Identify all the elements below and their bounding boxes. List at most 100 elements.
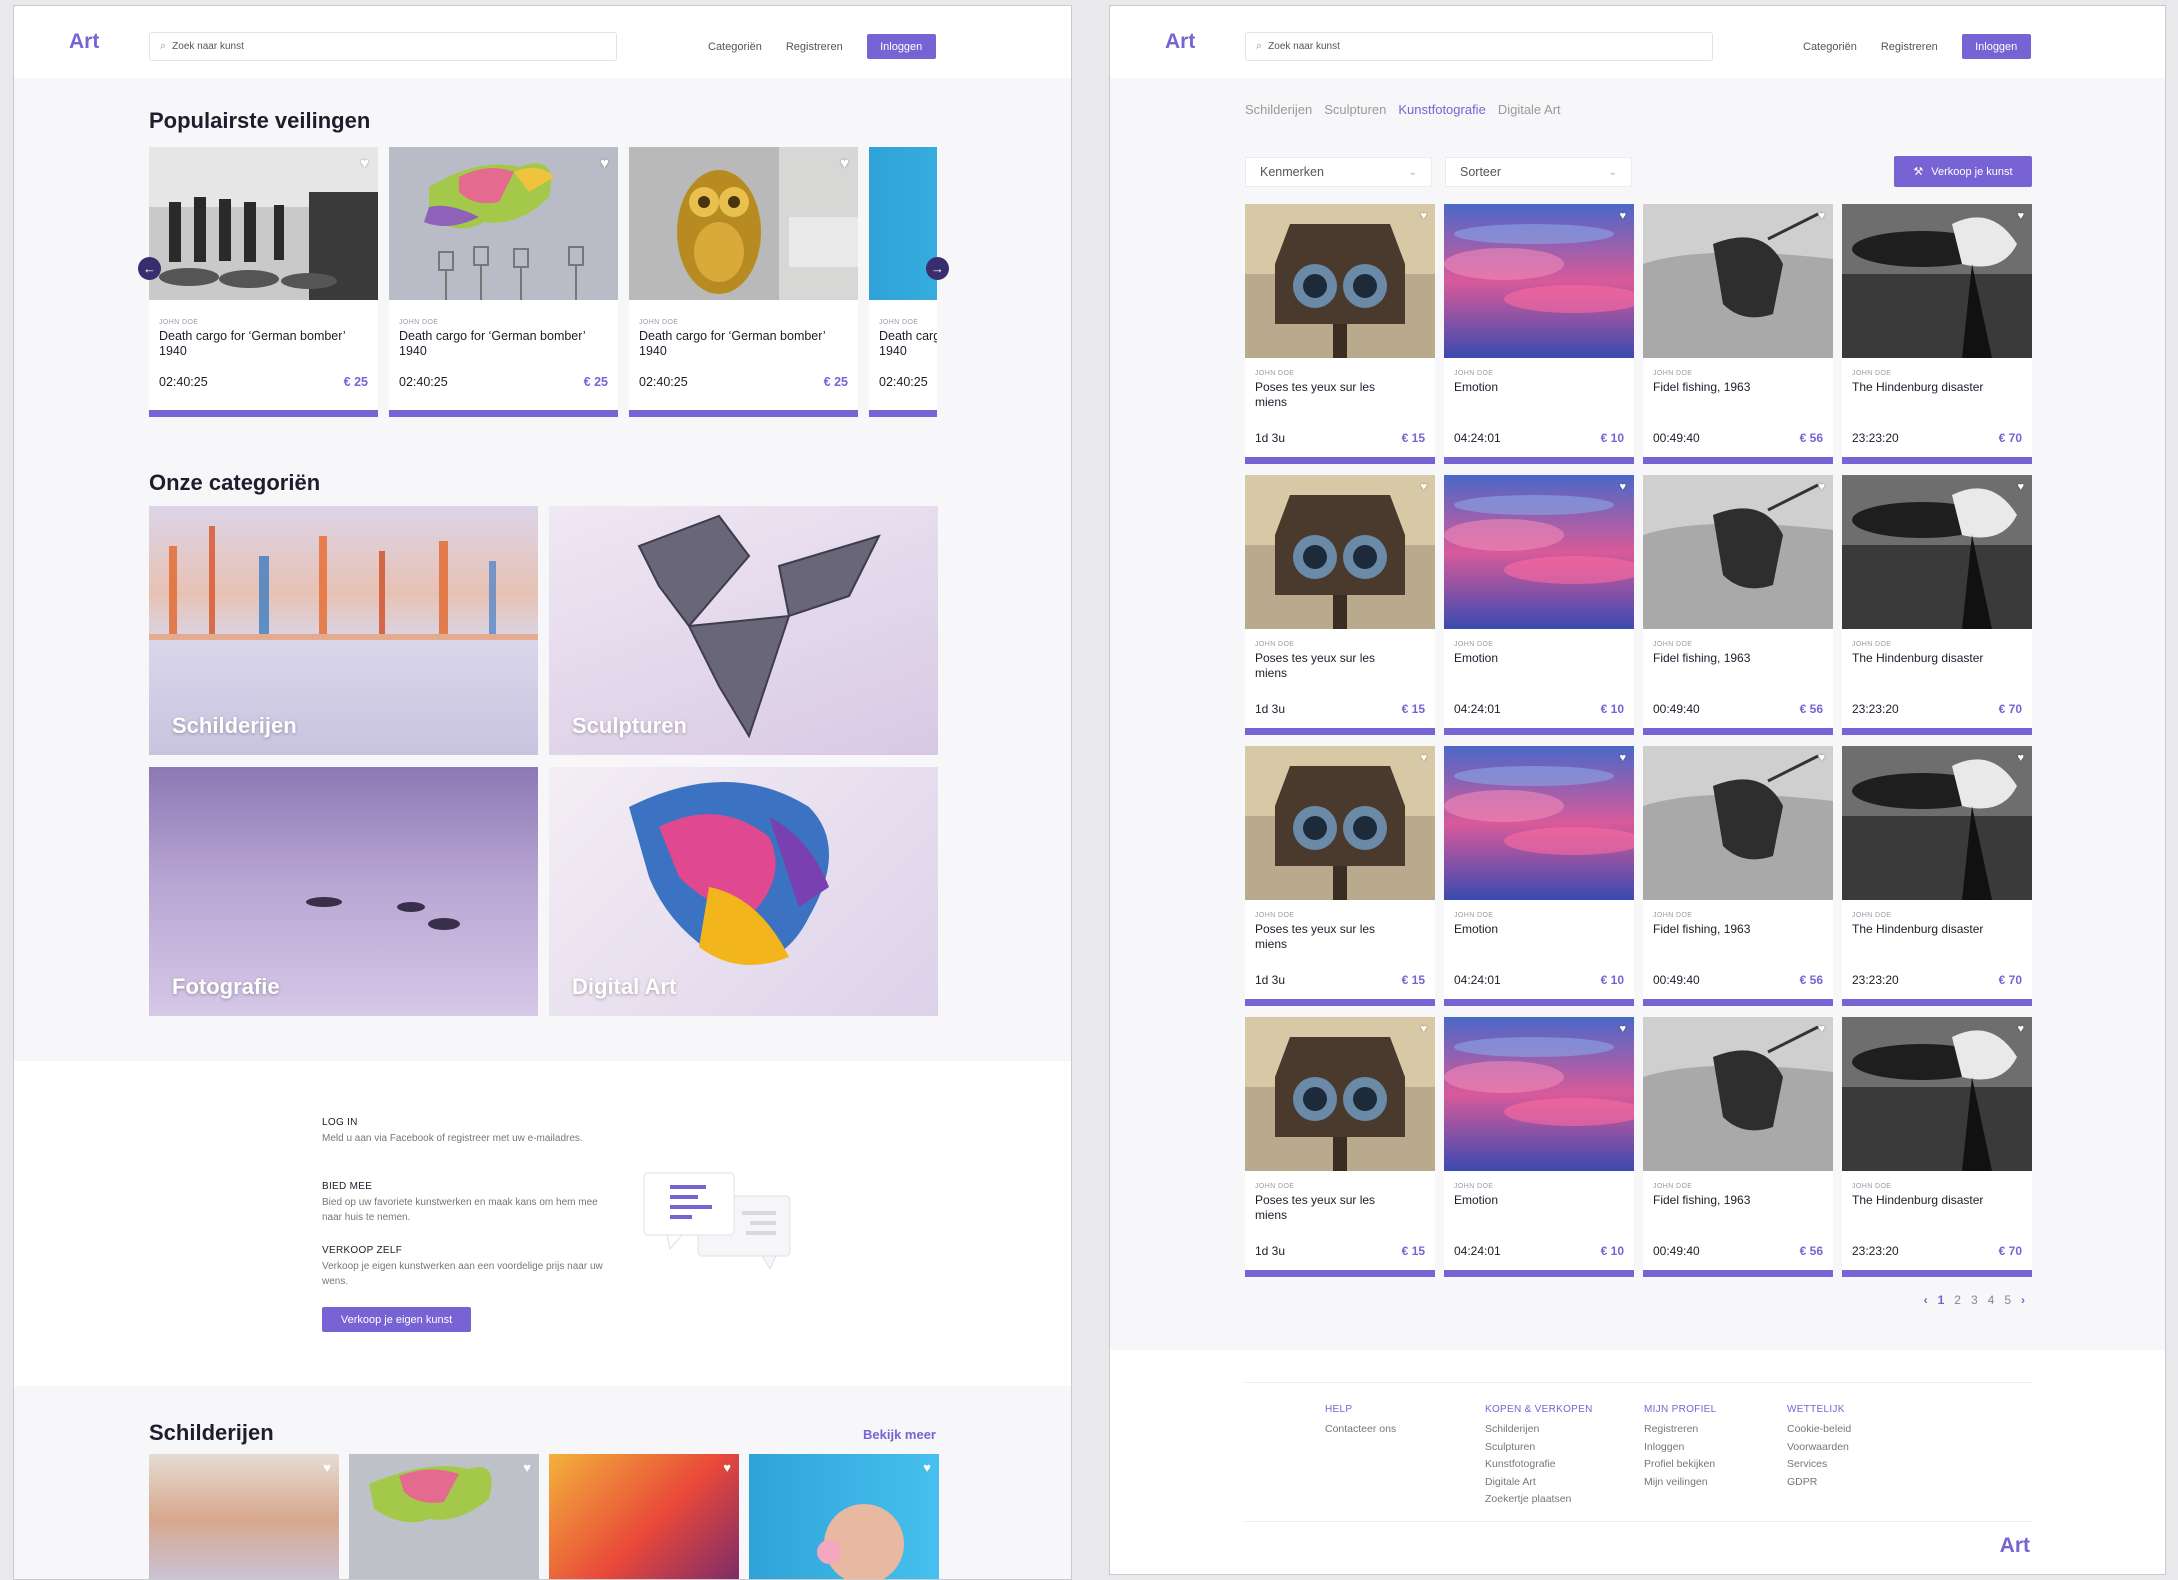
see-more-link[interactable]: Bekijk meer: [863, 1427, 936, 1442]
nav-categories-link[interactable]: Categoriën: [1803, 41, 1857, 53]
favorite-heart-icon[interactable]: ♥: [1619, 481, 1626, 493]
painting-thumb[interactable]: ♥: [349, 1454, 539, 1579]
footer-logo[interactable]: Art: [2000, 1534, 2030, 1558]
sell-own-art-button[interactable]: Verkoop je eigen kunst: [322, 1307, 471, 1332]
carousel-next-arrow-icon[interactable]: →: [926, 257, 949, 280]
sort-select[interactable]: Sorteer ⌄: [1445, 157, 1632, 187]
category-tile-sculptures[interactable]: Sculpturen: [549, 506, 938, 755]
favorite-heart-icon[interactable]: ♥: [1818, 1023, 1825, 1035]
category-tile-paintings[interactable]: Schilderijen: [149, 506, 538, 755]
footer-link[interactable]: Contacteer ons: [1325, 1421, 1396, 1439]
category-tile-photography[interactable]: Fotografie: [149, 767, 538, 1016]
auction-card[interactable]: ♥ JOHN DOE Death cargo for ‘German bombe…: [149, 147, 378, 417]
category-tile-digital-art[interactable]: Digital Art: [549, 767, 938, 1016]
footer-link[interactable]: Registreren: [1644, 1421, 1717, 1439]
tab-sculptures[interactable]: Sculpturen: [1324, 102, 1386, 117]
footer-link[interactable]: Schilderijen: [1485, 1421, 1593, 1439]
footer-link[interactable]: Services: [1787, 1456, 1851, 1474]
artwork-card[interactable]: ♥ JOHN DOE The Hindenburg disaster 23:23:20…: [1842, 475, 2032, 735]
auction-card[interactable]: ♥ JOHN DOE Death cargo for ‘German bombe…: [389, 147, 618, 417]
artwork-card[interactable]: ♥ JOHN DOE The Hindenburg disaster 23:23:20…: [1842, 746, 2032, 1006]
features-filter-select[interactable]: Kenmerken ⌄: [1245, 157, 1432, 187]
login-button[interactable]: Inloggen: [866, 34, 936, 59]
auction-image: [149, 147, 378, 300]
nav-register-link[interactable]: Registreren: [786, 41, 843, 53]
favorite-heart-icon[interactable]: ♥: [600, 155, 609, 172]
search-input[interactable]: ⌕ Zoek naar kunst: [1245, 32, 1713, 61]
artwork-card[interactable]: ♥ JOHN DOE Emotion 04:24:01 € 10: [1444, 746, 1634, 1006]
page-number[interactable]: 3: [1971, 1293, 1978, 1307]
favorite-heart-icon[interactable]: ♥: [1818, 752, 1825, 764]
tab-digital-art[interactable]: Digitale Art: [1498, 102, 1561, 117]
favorite-heart-icon[interactable]: ♥: [2017, 481, 2024, 493]
prev-page-icon[interactable]: ‹: [1924, 1293, 1928, 1307]
favorite-heart-icon[interactable]: ♥: [723, 1460, 731, 1475]
artwork-card[interactable]: ♥ JOHN DOE Emotion 04:24:01 € 10: [1444, 1017, 1634, 1277]
page-number[interactable]: 2: [1954, 1293, 1961, 1307]
footer-link[interactable]: Inloggen: [1644, 1439, 1717, 1457]
favorite-heart-icon[interactable]: ♥: [523, 1460, 531, 1475]
footer-link[interactable]: Sculpturen: [1485, 1439, 1593, 1457]
artwork-card[interactable]: ♥ JOHN DOE Poses tes yeux sur les miens 1d …: [1245, 204, 1435, 464]
favorite-heart-icon[interactable]: ♥: [1420, 210, 1427, 222]
nav-categories-link[interactable]: Categoriën: [708, 41, 762, 53]
footer-link[interactable]: Zoekertje plaatsen: [1485, 1491, 1593, 1509]
login-button[interactable]: Inloggen: [1961, 34, 2031, 59]
nav-register-link[interactable]: Registreren: [1881, 41, 1938, 53]
favorite-heart-icon[interactable]: ♥: [1619, 1023, 1626, 1035]
footer-link[interactable]: Kunstfotografie: [1485, 1456, 1593, 1474]
favorite-heart-icon[interactable]: ♥: [1818, 481, 1825, 493]
page-number[interactable]: 5: [2004, 1293, 2011, 1307]
card-artist: JOHN DOE: [1255, 1183, 1295, 1190]
favorite-heart-icon[interactable]: ♥: [323, 1460, 331, 1475]
card-artist: JOHN DOE: [1653, 370, 1693, 377]
page-number[interactable]: 4: [1988, 1293, 1995, 1307]
footer-link[interactable]: Mijn veilingen: [1644, 1474, 1717, 1492]
artwork-card[interactable]: ♥ JOHN DOE Fidel fishing, 1963 00:49:40 € 56: [1643, 204, 1833, 464]
painting-thumb[interactable]: ♥: [549, 1454, 739, 1579]
auction-card[interactable]: ♥ JOHN DOE Death cargo for ‘German bombe…: [629, 147, 858, 417]
artwork-card[interactable]: ♥ JOHN DOE The Hindenburg disaster 23:23:20…: [1842, 1017, 2032, 1277]
tab-art-photography[interactable]: Kunstfotografie: [1398, 102, 1485, 117]
artwork-card[interactable]: ♥ JOHN DOE Emotion 04:24:01 € 10: [1444, 475, 1634, 735]
logo[interactable]: Art: [69, 30, 99, 54]
favorite-heart-icon[interactable]: ♥: [1619, 752, 1626, 764]
logo[interactable]: Art: [1165, 30, 1195, 54]
favorite-heart-icon[interactable]: ♥: [1420, 752, 1427, 764]
favorite-heart-icon[interactable]: ♥: [360, 155, 369, 172]
favorite-heart-icon[interactable]: ♥: [2017, 752, 2024, 764]
artwork-card[interactable]: ♥ JOHN DOE Fidel fishing, 1963 00:49:40 € 56: [1643, 1017, 1833, 1277]
artwork-card[interactable]: ♥ JOHN DOE Emotion 04:24:01 € 10: [1444, 204, 1634, 464]
painting-thumb[interactable]: ♥: [749, 1454, 939, 1579]
search-input[interactable]: ⌕ Zoek naar kunst: [149, 32, 617, 61]
favorite-heart-icon[interactable]: ♥: [1420, 1023, 1427, 1035]
artwork-card[interactable]: ♥ JOHN DOE Fidel fishing, 1963 00:49:40 € 56: [1643, 475, 1833, 735]
favorite-heart-icon[interactable]: ♥: [1420, 481, 1427, 493]
sell-your-art-button[interactable]: ⚒ Verkoop je kunst: [1894, 156, 2032, 187]
auction-card[interactable]: JOHN DOE Death cargo for ‘German bomber’…: [869, 147, 937, 417]
tab-paintings[interactable]: Schilderijen: [1245, 102, 1312, 117]
footer-link[interactable]: Digitale Art: [1485, 1474, 1593, 1492]
favorite-heart-icon[interactable]: ♥: [2017, 1023, 2024, 1035]
footer-link[interactable]: GDPR: [1787, 1474, 1851, 1492]
carousel-prev-arrow-icon[interactable]: ←: [138, 257, 161, 280]
artwork-card[interactable]: ♥ JOHN DOE Fidel fishing, 1963 00:49:40 € 56: [1643, 746, 1833, 1006]
favorite-heart-icon[interactable]: ♥: [1619, 210, 1626, 222]
artwork-card[interactable]: ♥ JOHN DOE Poses tes yeux sur les miens 1d …: [1245, 1017, 1435, 1277]
favorite-heart-icon[interactable]: ♥: [923, 1460, 931, 1475]
page-number[interactable]: 1: [1938, 1293, 1945, 1307]
favorite-heart-icon[interactable]: ♥: [1818, 210, 1825, 222]
card-price: € 15: [1401, 1244, 1425, 1258]
footer-link[interactable]: Voorwaarden: [1787, 1439, 1851, 1457]
footer-heading: WETTELIJK: [1787, 1404, 1845, 1415]
sort-value: Sorteer: [1460, 165, 1501, 179]
painting-thumb[interactable]: ♥: [149, 1454, 339, 1579]
footer-link[interactable]: Profiel bekijken: [1644, 1456, 1717, 1474]
artwork-card[interactable]: ♥ JOHN DOE Poses tes yeux sur les miens 1d …: [1245, 746, 1435, 1006]
favorite-heart-icon[interactable]: ♥: [840, 155, 849, 172]
favorite-heart-icon[interactable]: ♥: [2017, 210, 2024, 222]
next-page-icon[interactable]: ›: [2021, 1293, 2025, 1307]
artwork-card[interactable]: ♥ JOHN DOE The Hindenburg disaster 23:23:20…: [1842, 204, 2032, 464]
footer-link[interactable]: Cookie-beleid: [1787, 1421, 1851, 1439]
artwork-card[interactable]: ♥ JOHN DOE Poses tes yeux sur les miens 1d …: [1245, 475, 1435, 735]
